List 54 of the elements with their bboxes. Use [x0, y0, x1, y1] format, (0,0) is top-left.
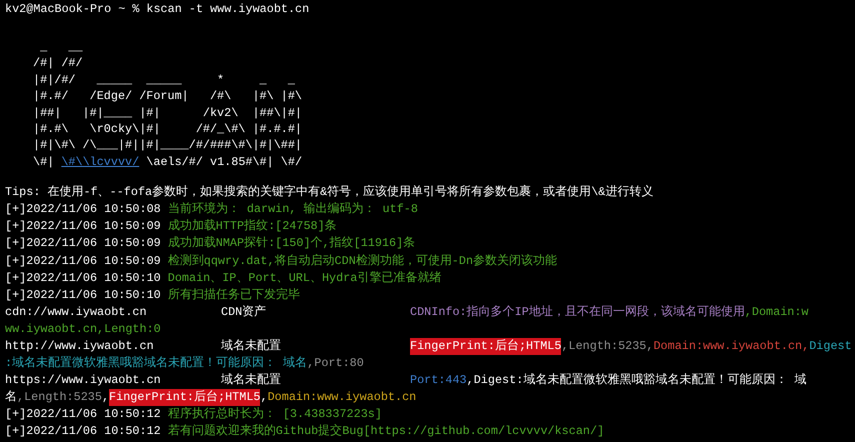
- ascii-art-text: \aels/#/ v1.85#\#| \#/: [145, 154, 302, 169]
- log-message: 成功加载HTTP指纹:[24758]条: [168, 218, 337, 236]
- log-message: 程序执行总时长为： [3.438337223s]: [168, 406, 382, 424]
- output-text: 名: [5, 389, 17, 406]
- log-timestamp: [+]2022/11/06 10:50:09: [5, 235, 161, 252]
- output-text: ,Length:5235: [17, 389, 102, 406]
- result-title: CDN资产: [221, 304, 268, 321]
- log-message: 所有扫描任务已下发完毕: [168, 286, 300, 304]
- ascii-art-text: |#.#/ /Edge/ /Forum| /#\ |#\ |#\: [33, 89, 302, 104]
- log-message: 若有问题欢迎来我的Github提交Bug[https://github.com/lcvvvv/kscan/]: [168, 423, 604, 440]
- prompt-user-host: kv2@MacBook-Pro: [5, 2, 112, 16]
- output-text: ,: [102, 389, 110, 406]
- output-text: ,Length:5235,: [561, 338, 654, 355]
- log-timestamp: [+]2022/11/06 10:50:09: [5, 218, 161, 236]
- output-text: CDNInfo:指向多个IP地址，且不在同一网段，该域名可能使用: [410, 304, 745, 321]
- result-url: http://www.iywaobt.cn: [5, 338, 155, 355]
- ascii-art-text: |#|/#/ _____ _____ * _ _: [33, 72, 295, 87]
- highlighted-text: FingerPrint:后台;HTML5: [410, 338, 562, 356]
- ascii-art-text: /#| /#/: [33, 56, 83, 70]
- ascii-art-text: \#|: [33, 154, 56, 169]
- prompt-path: ~: [118, 2, 126, 16]
- result-title: 域名未配置: [221, 372, 282, 390]
- log-message: Domain、IP、Port、URL、Hydra引擎已准备就绪: [168, 270, 442, 287]
- ascii-art-text: |#.#\ \r0cky\|#| /#/_\#\ |#.#.#|: [33, 122, 302, 136]
- output-text: :域名未配置微软雅黑哦豁域名未配置！可能原因： 域名: [5, 355, 308, 372]
- log-timestamp: [+]2022/11/06 10:50:12: [5, 423, 161, 440]
- log-timestamp: [+]2022/11/06 10:50:10: [5, 270, 161, 287]
- output-text: ,: [260, 389, 268, 406]
- ascii-art-text: |#|\#\ /\___|#||#|____/#/###\#\|#|\##|: [33, 138, 302, 152]
- log-timestamp: [+]2022/11/06 10:50:10: [5, 286, 161, 304]
- output-text: Digest: [809, 338, 852, 355]
- result-title: 域名未配置: [221, 338, 282, 355]
- log-message: 检测到qqwry.dat,将自动启动CDN检测功能，可使用-Dn参数关闭该功能: [168, 252, 558, 270]
- output-text: ww.iywaobt.cn,Length:0: [5, 320, 161, 338]
- output-text: ,Port:80: [307, 355, 364, 372]
- log-timestamp: [+]2022/11/06 10:50:09: [5, 252, 161, 270]
- log-timestamp: [+]2022/11/06 10:50:08: [5, 201, 161, 218]
- output-text: Domain:www.iywaobt.cn: [268, 389, 416, 406]
- output-text: ,Digest:域名未配置微软雅黑哦豁域名未配置！可能原因： 域: [466, 372, 806, 390]
- highlighted-text: FingerPrint:后台;HTML5: [109, 389, 260, 406]
- output-text: Domain:www.iywaobt.cn,: [653, 338, 810, 355]
- output-text: ,Domain:w: [744, 304, 809, 321]
- result-url: https://www.iywaobt.cn: [5, 372, 162, 390]
- ascii-art-text: |##| |#|____ |#| /kv2\ |##\|#|: [33, 106, 302, 120]
- log-message: 成功加载NMAP探针:[150]个,指纹[11916]条: [168, 235, 416, 252]
- prompt-symbol: %: [132, 2, 140, 16]
- command-text: kscan -t www.iywaobt.cn: [146, 2, 310, 16]
- log-message: 当前环境为： darwin, 输出编码为： utf-8: [168, 201, 418, 218]
- ascii-art-text: _ __: [39, 40, 83, 54]
- output-text: Tips: 在使用-f、--fofa参数时，如果搜索的关键字中有&符号，应该使用单引号将所有参数包裹，或者使用\&进行转义: [5, 184, 654, 202]
- output-text: Port:443: [410, 372, 467, 390]
- log-timestamp: [+]2022/11/06 10:50:12: [5, 406, 161, 424]
- banner-link[interactable]: \#\\lcvvvv/: [61, 154, 140, 169]
- result-url: cdn://www.iywaobt.cn: [5, 304, 148, 321]
